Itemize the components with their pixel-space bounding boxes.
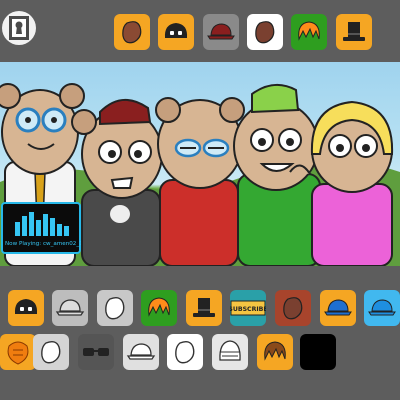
cap-icon	[367, 297, 397, 319]
bean-icon	[252, 19, 278, 45]
top-hat-icon	[341, 19, 367, 45]
cap-icon	[323, 297, 353, 319]
now-playing-widget: Now Playing: cw_amen02_165	[1, 202, 81, 254]
cap-outline-icon	[126, 341, 156, 363]
svg-text:SUBSCRIBE: SUBSCRIBE	[230, 306, 266, 313]
palette-row2-item-4[interactable]	[167, 334, 203, 370]
mask-hair-icon	[12, 296, 40, 320]
equalizer-icon	[15, 212, 69, 236]
bean-outline-icon	[102, 295, 128, 321]
palette-row1-item-3[interactable]	[141, 290, 177, 326]
subscribe-sign-icon: SUBSCRIBE	[230, 298, 266, 318]
top-item-2[interactable]	[203, 14, 239, 50]
bean-outline-icon	[172, 339, 198, 365]
bean-outline-icon	[38, 339, 64, 365]
top-item-5[interactable]	[336, 14, 372, 50]
bean-icon	[280, 295, 306, 321]
item-palette: SUBSCRIBE	[0, 266, 400, 400]
hair-icon	[145, 295, 173, 321]
keyhole-door-icon	[9, 16, 29, 40]
helmet-outline-icon	[216, 338, 244, 366]
character-scene: Now Playing: cw_amen02_165	[0, 62, 400, 266]
top-item-3[interactable]	[247, 14, 283, 50]
palette-row2-item-3[interactable]	[123, 334, 159, 370]
palette-row2-item-6[interactable]	[257, 334, 293, 370]
palette-row2-item-0[interactable]	[0, 334, 36, 370]
palette-row1-item-8[interactable]	[364, 290, 400, 326]
bean-icon	[119, 19, 145, 45]
home-button[interactable]	[2, 11, 36, 45]
cap-icon	[206, 21, 236, 43]
orange-blob-icon	[5, 338, 31, 366]
sunglasses-icon	[81, 344, 111, 360]
palette-row2-item-2[interactable]	[78, 334, 114, 370]
top-item-4[interactable]	[291, 14, 327, 50]
palette-row2-item-7[interactable]	[300, 334, 336, 370]
cap-outline-icon	[55, 297, 85, 319]
palette-row1-item-7[interactable]	[320, 290, 356, 326]
top-item-1[interactable]	[158, 14, 194, 50]
top-item-0[interactable]	[114, 14, 150, 50]
top-hat-icon	[191, 295, 217, 321]
palette-row1-item-5[interactable]: SUBSCRIBE	[230, 290, 266, 326]
hair-icon	[295, 19, 323, 45]
palette-row1-item-6[interactable]	[275, 290, 311, 326]
hair-icon	[261, 339, 289, 365]
palette-row1-item-0[interactable]	[8, 290, 44, 326]
top-toolbar	[0, 0, 400, 62]
empty-slot-icon	[305, 339, 331, 365]
palette-row2-item-1[interactable]	[33, 334, 69, 370]
mask-hair-icon	[162, 20, 190, 44]
palette-row1-item-2[interactable]	[97, 290, 133, 326]
palette-row1-item-1[interactable]	[52, 290, 88, 326]
now-playing-text: Now Playing: cw_amen02_165	[5, 241, 81, 247]
palette-row1-item-4[interactable]	[186, 290, 222, 326]
palette-row2-item-5[interactable]	[212, 334, 248, 370]
